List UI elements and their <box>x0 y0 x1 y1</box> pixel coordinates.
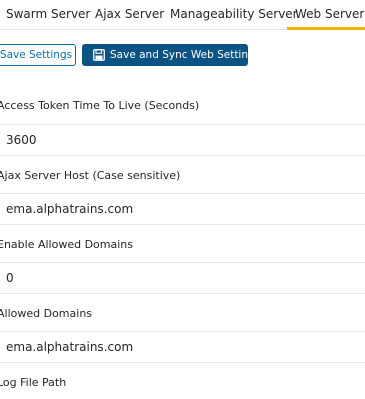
save-and-sync-button[interactable]: Save and Sync Web Settings <box>82 44 260 66</box>
tab-ajax-server[interactable]: Ajax Server <box>87 0 172 29</box>
floppy-disk-icon <box>93 49 105 61</box>
access-token-ttl-label: Access Token Time To Live (Seconds) <box>0 99 200 112</box>
ajax-server-host-input[interactable]: ema.alphatrains.com <box>0 193 365 225</box>
enable-allowed-domains-label: Enable Allowed Domains <box>0 238 133 251</box>
save-and-sync-label: Save and Sync Web Settings <box>110 49 261 61</box>
access-token-ttl-input[interactable]: 3600 <box>0 124 365 156</box>
ajax-server-host-label: Ajax Server Host (Case sensitive) <box>0 169 181 182</box>
save-settings-label: Save Settings <box>0 49 73 61</box>
log-file-path-label: Log File Path <box>0 376 67 389</box>
save-settings-button[interactable]: Save Settings <box>0 44 76 66</box>
tab-bar: Swarm Server Ajax Server Manageability S… <box>0 0 365 30</box>
tab-manageability-server[interactable]: Manageability Server <box>162 0 306 29</box>
allowed-domains-input[interactable]: ema.alphatrains.com <box>0 331 365 363</box>
enable-allowed-domains-input[interactable]: 0 <box>0 262 365 294</box>
allowed-domains-label: Allowed Domains <box>0 307 93 320</box>
tab-swarm-server[interactable]: Swarm Server <box>0 0 98 29</box>
tab-web-server[interactable]: Web Server <box>287 0 365 30</box>
